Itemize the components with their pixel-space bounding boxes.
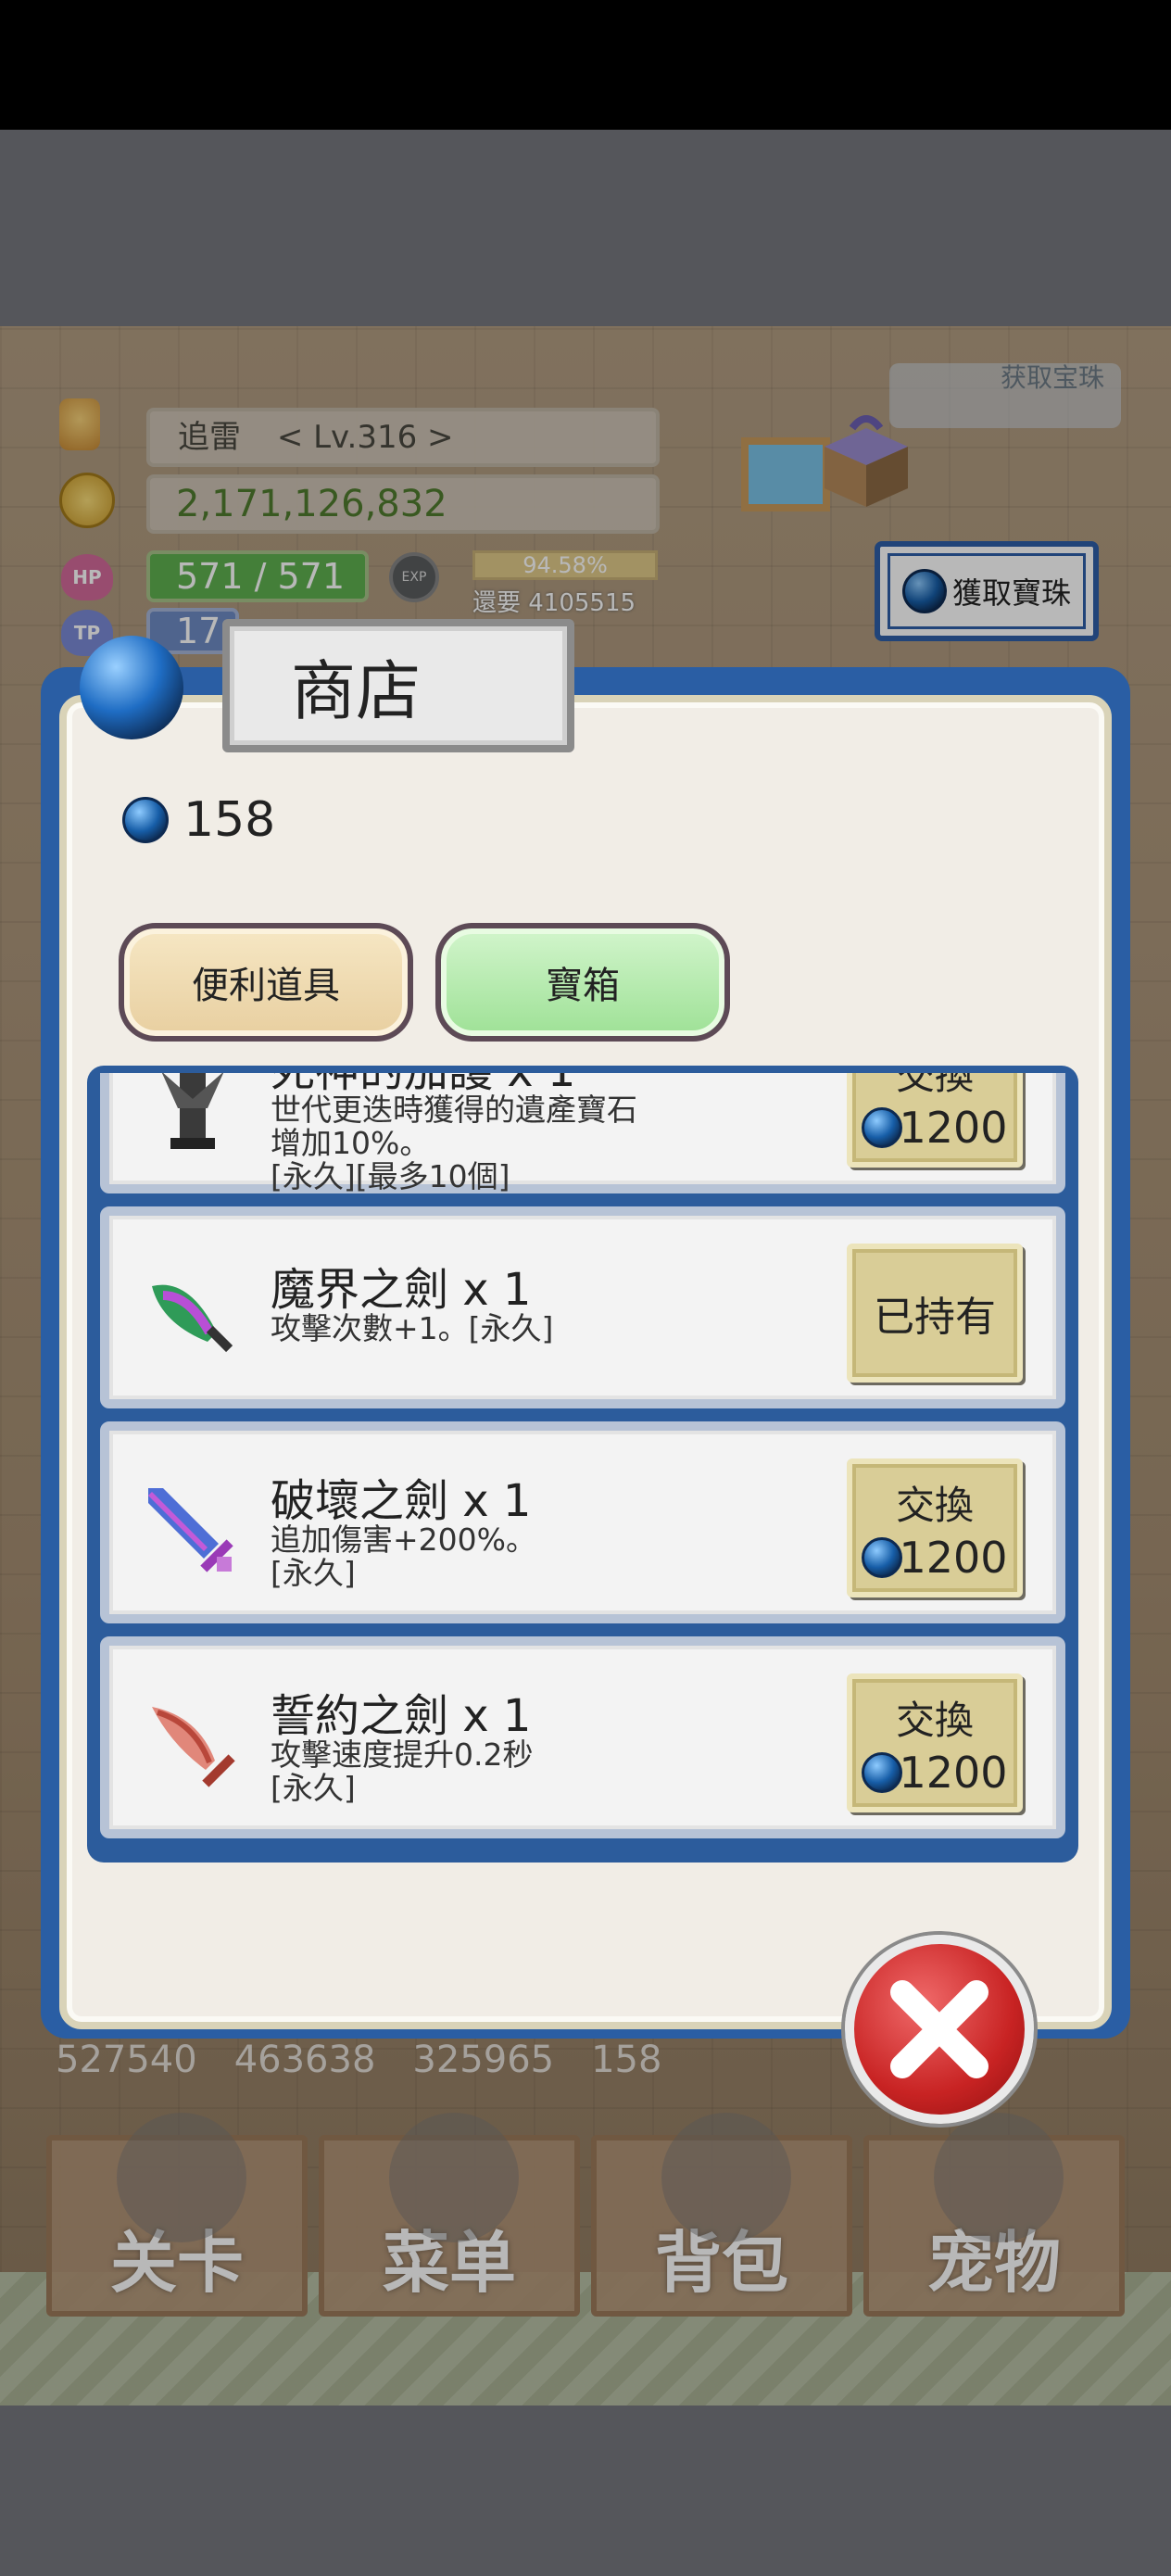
owned-label: 已持有 (874, 1294, 996, 1341)
exchange-label: 交換 (895, 1482, 974, 1528)
shop-item-list[interactable]: 死神的加護 x 1 世代更迭時獲得的遺產寶石 增加10%。 [永久][最多10個… (87, 1066, 1078, 1863)
bottom-letterbox (0, 2406, 1171, 2576)
price-value: 1200 (899, 1532, 1008, 1583)
shop-item-scroll[interactable]: 死神的加護 x 1 世代更迭時獲得的遺產寶石 增加10%。 [永久][最多10個… (100, 1073, 1065, 1857)
price-value: 1200 (899, 1102, 1008, 1153)
owned-button: 已持有 (847, 1244, 1023, 1383)
exchange-button[interactable]: 交換 1200 (847, 1073, 1023, 1168)
top-letterbox (0, 130, 1171, 326)
exchange-price: 1200 (862, 1102, 1008, 1153)
item-description: 追加傷害+200%。 [永久] (271, 1522, 536, 1591)
exchange-button[interactable]: 交換 1200 (847, 1673, 1023, 1812)
close-icon (890, 1980, 988, 2078)
tab-treasure-chest[interactable]: 寶箱 (435, 923, 730, 1042)
exchange-button[interactable]: 交換 1200 (847, 1458, 1023, 1597)
exchange-price: 1200 (862, 1532, 1008, 1583)
gem-orb-icon (80, 636, 183, 739)
exchange-price: 1200 (862, 1747, 1008, 1798)
gem-icon (862, 1106, 903, 1148)
destruction-sword-icon (148, 1488, 233, 1572)
gem-balance-value: 158 (183, 792, 276, 848)
price-value: 1200 (899, 1747, 1008, 1798)
item-description: 攻擊速度提升0.2秒 [永久] (271, 1736, 534, 1806)
tab-convenience-items[interactable]: 便利道具 (119, 923, 413, 1042)
exchange-label: 交換 (895, 1697, 974, 1743)
shop-item-card: 誓約之劍 x 1 攻擊速度提升0.2秒 [永久] 交換 1200 (100, 1636, 1065, 1838)
item-title: 誓約之劍 x 1 (271, 1690, 532, 1742)
shop-item-card: 魔界之劍 x 1 攻擊次數+1。[永久] 已持有 (100, 1206, 1065, 1408)
gem-icon (122, 797, 169, 843)
gem-icon (862, 1536, 903, 1578)
exchange-label: 交換 (895, 1073, 974, 1098)
reaper-statue-icon (161, 1073, 224, 1149)
gem-icon (862, 1751, 903, 1793)
shop-item-card: 破壞之劍 x 1 追加傷害+200%。 [永久] 交換 1200 (100, 1421, 1065, 1623)
gem-balance: 158 (122, 789, 275, 851)
close-button[interactable] (845, 1935, 1034, 2124)
demon-sword-icon (152, 1284, 233, 1353)
status-bar (0, 0, 1171, 130)
oath-sword-icon (152, 1707, 235, 1787)
shop-title: 商店 (222, 619, 574, 752)
item-description: 世代更迭時獲得的遺產寶石 增加10%。 [永久][最多10個] (271, 1092, 637, 1194)
shop-item-card: 死神的加護 x 1 世代更迭時獲得的遺產寶石 增加10%。 [永久][最多10個… (100, 1073, 1065, 1193)
item-title: 魔界之劍 x 1 (271, 1264, 532, 1316)
item-title: 破壞之劍 x 1 (271, 1475, 532, 1527)
item-description: 攻擊次數+1。[永久] (271, 1310, 554, 1346)
